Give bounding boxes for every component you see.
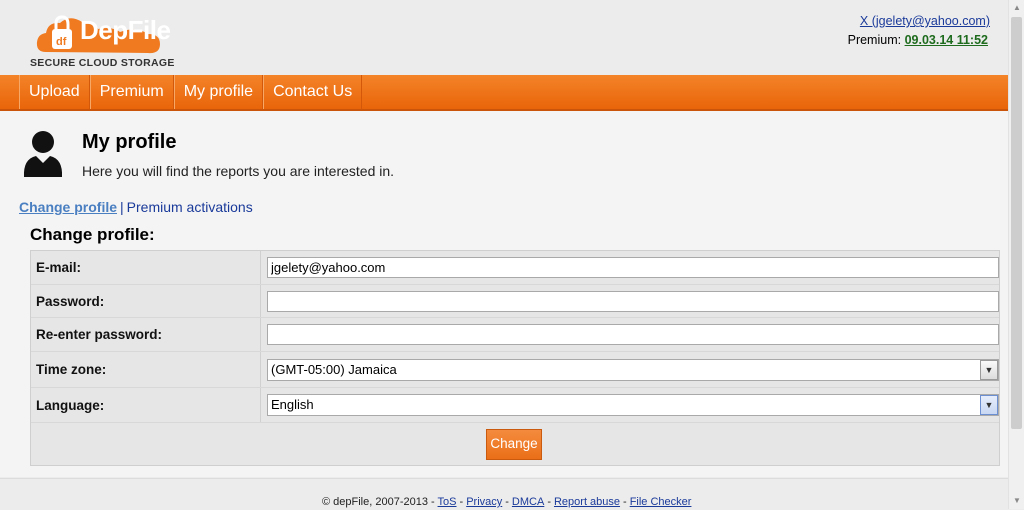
form-row-email: E-mail: — [31, 251, 999, 285]
footer-link-tos[interactable]: ToS — [438, 496, 457, 508]
timezone-label: Time zone: — [31, 352, 261, 387]
premium-expiry-date[interactable]: 09.03.14 11:52 — [905, 33, 988, 47]
footer-link-privacy[interactable]: Privacy — [466, 496, 502, 508]
reenter-password-label: Re-enter password: — [31, 318, 261, 351]
timezone-value: (GMT-05:00) Jamaica — [271, 361, 397, 377]
language-select[interactable]: English ▼ — [267, 394, 999, 416]
email-label: E-mail: — [31, 251, 261, 284]
site-header: df DepFile SECURE CLOUD STORAGE X (jgele… — [0, 0, 1008, 75]
premium-label: Premium: — [847, 33, 902, 47]
footer-copyright: © depFile, 2007-2013 - — [322, 496, 435, 508]
language-value: English — [271, 397, 314, 412]
form-row-timezone: Time zone: (GMT-05:00) Jamaica ▼ — [31, 352, 999, 388]
form-title: Change profile: — [30, 225, 155, 244]
user-account-link[interactable]: X (jgelety@yahoo.com) — [860, 14, 990, 28]
nav-contact-us[interactable]: Contact Us — [263, 75, 363, 109]
footer-link-file-checker[interactable]: File Checker — [630, 496, 692, 508]
change-button[interactable]: Change — [486, 428, 542, 460]
reenter-password-field[interactable] — [267, 324, 999, 345]
change-profile-link[interactable]: Change profile — [19, 199, 117, 215]
form-row-reenter-password: Re-enter password: — [31, 318, 999, 352]
nav-my-profile[interactable]: My profile — [173, 75, 264, 109]
footer-separator: - — [459, 496, 464, 508]
scrollbar-thumb[interactable] — [1011, 17, 1022, 429]
premium-activations-link[interactable]: Premium activations — [127, 199, 253, 215]
brand-tagline: SECURE CLOUD STORAGE — [30, 57, 175, 69]
main-navigation: Upload Premium My profile Contact Us — [0, 75, 1008, 111]
scroll-up-arrow-icon[interactable]: ▲ — [1009, 0, 1024, 16]
footer-separator: - — [505, 496, 509, 508]
page-title: My profile — [82, 131, 177, 153]
chevron-down-icon[interactable]: ▼ — [980, 395, 998, 415]
footer-link-report-abuse[interactable]: Report abuse — [554, 496, 620, 508]
form-actions: Change — [31, 423, 999, 465]
chevron-down-icon[interactable]: ▼ — [980, 359, 998, 380]
language-label: Language: — [31, 388, 261, 422]
footer-separator: - — [547, 496, 551, 508]
page-subtitle: Here you will find the reports you are i… — [82, 163, 395, 179]
subnav-separator: | — [120, 199, 124, 215]
main-content: My profile Here you will find the report… — [0, 111, 1008, 477]
user-silhouette-icon — [23, 131, 63, 177]
nav-premium[interactable]: Premium — [89, 75, 174, 109]
scroll-down-arrow-icon[interactable]: ▼ — [1009, 493, 1024, 509]
footer-link-dmca[interactable]: DMCA — [512, 496, 544, 508]
email-field[interactable] — [267, 257, 999, 278]
footer-separator: - — [623, 496, 627, 508]
premium-status: Premium: 09.03.14 11:52 — [848, 33, 988, 47]
password-label: Password: — [31, 285, 261, 317]
vertical-scrollbar[interactable]: ▲ ▼ — [1008, 0, 1024, 509]
form-row-language: Language: English ▼ — [31, 388, 999, 423]
form-row-password: Password: — [31, 285, 999, 318]
password-field[interactable] — [267, 290, 999, 312]
brand-name[interactable]: DepFile — [80, 14, 171, 46]
nav-upload[interactable]: Upload — [19, 75, 90, 109]
svg-text:df: df — [56, 36, 67, 48]
timezone-select[interactable]: (GMT-05:00) Jamaica ▼ — [267, 358, 999, 381]
site-footer: © depFile, 2007-2013 - ToS - Privacy - DMCA -… — [0, 478, 1008, 510]
profile-subnav: Change profile | Premium activations — [19, 199, 253, 215]
change-profile-form: E-mail: Password: Re-enter password: Tim… — [30, 250, 1000, 466]
